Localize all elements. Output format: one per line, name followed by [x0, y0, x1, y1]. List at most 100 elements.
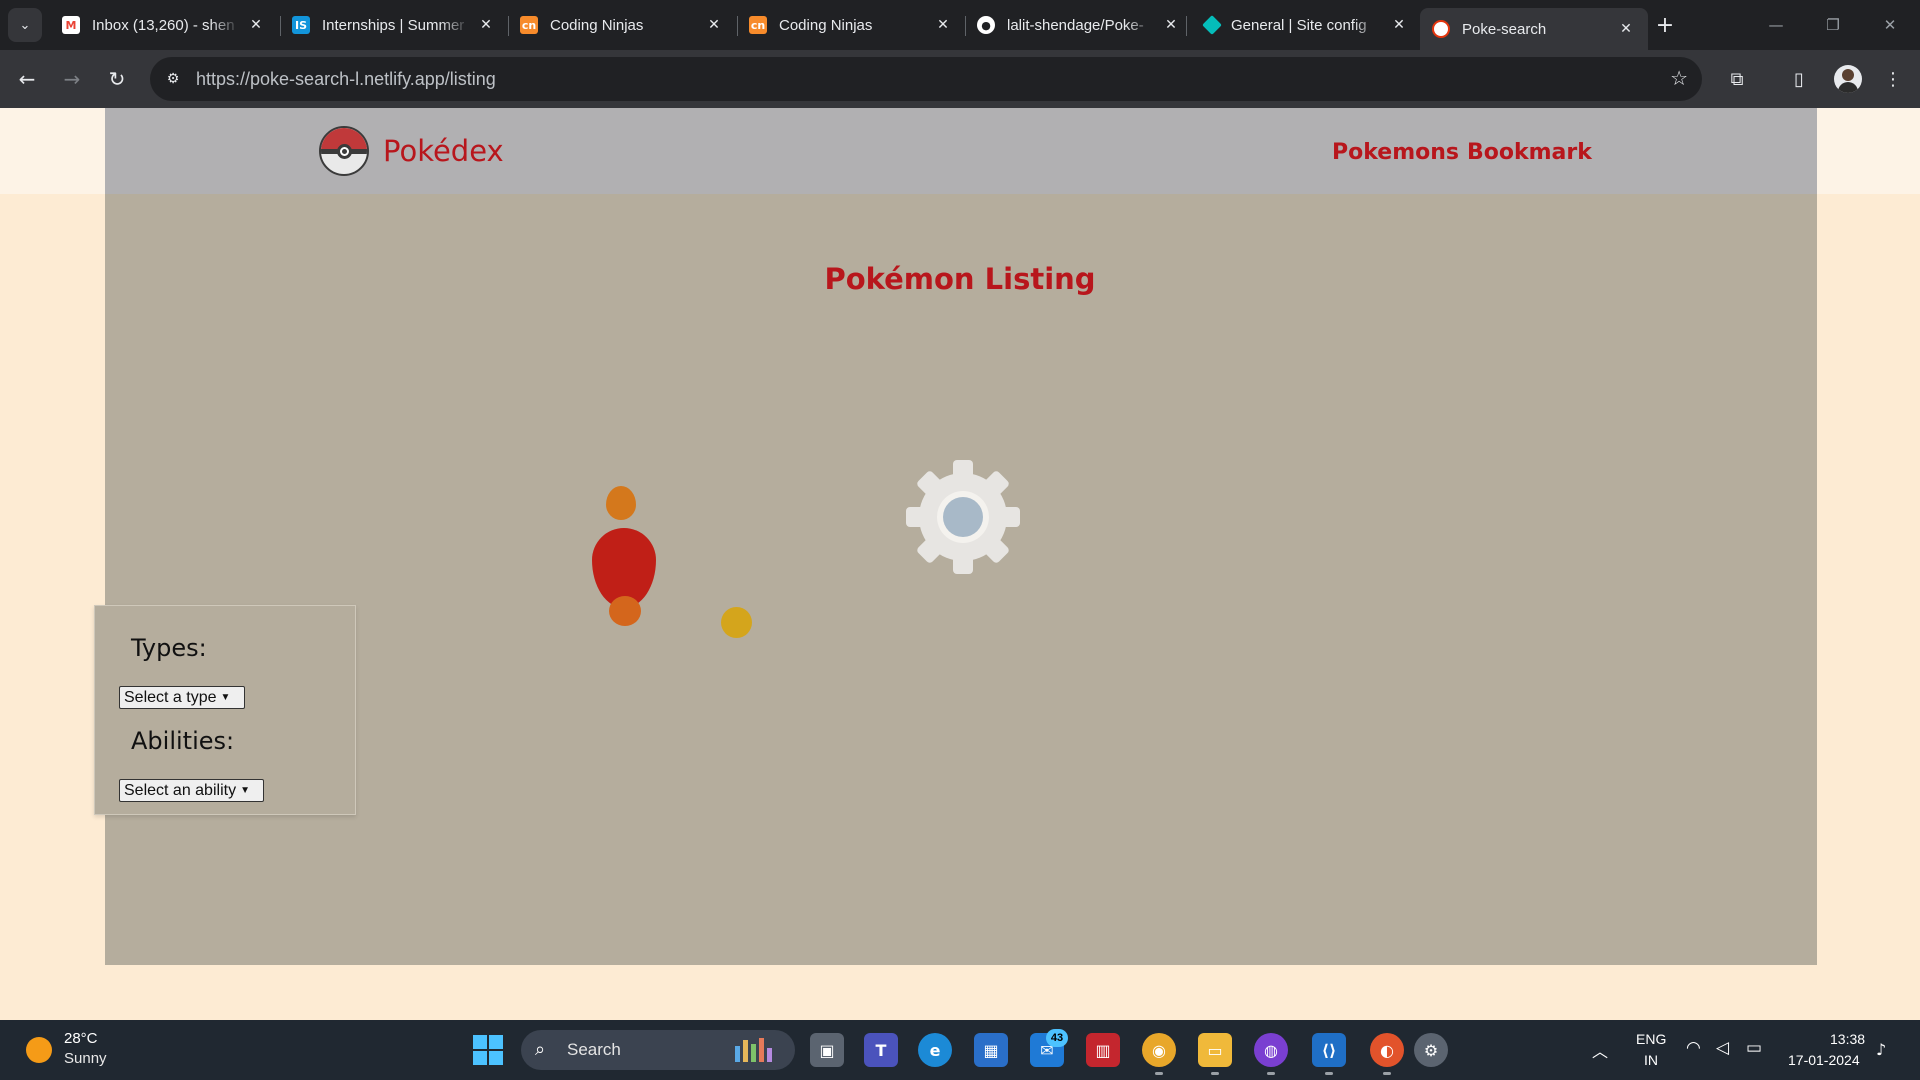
page-viewport: Pokédex Pokemons Bookmark Pokémon Listin… [0, 108, 1920, 1020]
settings-gear-icon[interactable]: ⚙ [1414, 1033, 1448, 1067]
tab-poke-search[interactable]: Poke-search ✕ [1420, 8, 1648, 50]
site-settings-icon[interactable]: ⚙ [160, 66, 186, 92]
weather-temperature[interactable]: 28°C [64, 1030, 98, 1047]
search-highlight-art-icon [735, 1038, 772, 1062]
minimize-icon[interactable]: — [1753, 8, 1799, 42]
clock-time[interactable]: 13:38 [1830, 1031, 1865, 1047]
wifi-icon[interactable]: ◠ [1686, 1038, 1701, 1058]
weather-sun-icon[interactable] [26, 1037, 52, 1063]
internshala-icon: IS [292, 16, 310, 34]
running-indicator [1155, 1072, 1163, 1075]
nav-bookmark-link[interactable]: Bookmark [1467, 140, 1592, 165]
close-icon[interactable]: ✕ [476, 17, 496, 33]
brand-logo-link[interactable]: Pokédex [319, 126, 504, 176]
filter-panel: Types: Select a type ▼ Abilities: Select… [94, 605, 356, 815]
gmail-icon: M [62, 16, 80, 34]
loader-blob [609, 596, 641, 626]
tab-title: General | Site config [1231, 16, 1367, 34]
coding-ninjas-icon: cn [749, 16, 767, 34]
browser-toolbar: ← → ↻ ⚙ https://poke-search-l.netlify.ap… [0, 50, 1920, 108]
taskbar-search-label: Search [567, 1040, 621, 1059]
loader-blob [721, 607, 752, 638]
pokeball-logo-icon [319, 126, 369, 176]
running-indicator [1383, 1072, 1391, 1075]
tab-coding-ninjas-1[interactable]: cn Coding Ninjas ✕ [508, 8, 736, 42]
tab-netlify[interactable]: General | Site config ✕ [1193, 8, 1421, 42]
microsoft-store-icon[interactable]: ▦ [974, 1033, 1008, 1067]
mail-notification-badge: 43 [1046, 1029, 1068, 1047]
taskbar-search[interactable]: ⌕ Search [521, 1030, 795, 1070]
firefox-icon[interactable]: ◐ [1370, 1033, 1404, 1067]
types-label: Types: [131, 634, 207, 662]
main-content [105, 194, 1817, 965]
type-select[interactable]: Select a type ▼ [119, 686, 245, 709]
back-arrow-icon[interactable]: ← [10, 62, 44, 96]
nav-pokemons-link[interactable]: Pokemons [1332, 140, 1459, 165]
type-select-value: Select a type [124, 688, 217, 706]
tab-strip: ⌄ M Inbox (13,260) - shen ✕ IS Internshi… [0, 0, 1920, 50]
close-icon[interactable]: ✕ [704, 17, 724, 33]
windows-taskbar [0, 1020, 1920, 1080]
weather-condition[interactable]: Sunny [64, 1050, 107, 1067]
running-indicator [1267, 1072, 1275, 1075]
chrome-icon[interactable]: ◉ [1142, 1033, 1176, 1067]
tab-coding-ninjas-2[interactable]: cn Coding Ninjas ✕ [737, 8, 965, 42]
profile-avatar[interactable] [1834, 65, 1862, 93]
chevron-down-icon: ▼ [240, 785, 250, 796]
tab-title: Coding Ninjas [779, 16, 873, 34]
menu-dots-icon[interactable]: ⋮ [1878, 64, 1908, 94]
tab-github[interactable]: ● lalit-shendage/Poke- ✕ [965, 8, 1193, 42]
tab-internshala[interactable]: IS Internships | Summer ✕ [280, 8, 508, 42]
gift-app-icon[interactable]: ▥ [1086, 1033, 1120, 1067]
volume-icon[interactable]: ◁ [1716, 1038, 1729, 1058]
url-text[interactable]: https://poke-search-l.netlify.app/listin… [196, 69, 496, 90]
tab-title: Inbox (13,260) - shen [92, 16, 235, 34]
close-window-icon[interactable]: ✕ [1867, 8, 1913, 42]
github-icon: ● [977, 16, 995, 34]
close-icon[interactable]: ✕ [246, 17, 266, 33]
running-indicator [1325, 1072, 1333, 1075]
ability-select[interactable]: Select an ability ▼ [119, 779, 264, 802]
tab-title: Poke-search [1462, 20, 1547, 38]
teams-icon[interactable]: T [864, 1033, 898, 1067]
ability-select-value: Select an ability [124, 781, 237, 799]
close-icon[interactable]: ✕ [1616, 21, 1636, 37]
reload-icon[interactable]: ↻ [100, 62, 134, 96]
tab-separator [1186, 16, 1187, 36]
github-desktop-icon[interactable]: ◍ [1254, 1033, 1288, 1067]
file-explorer-icon[interactable]: ▭ [1198, 1033, 1232, 1067]
tab-title: Coding Ninjas [550, 16, 644, 34]
language-indicator[interactable]: ENG [1636, 1031, 1666, 1047]
restore-icon[interactable]: ❐ [1810, 8, 1856, 42]
forward-arrow-icon[interactable]: → [55, 62, 89, 96]
tab-gmail[interactable]: M Inbox (13,260) - shen ✕ [50, 8, 278, 42]
vscode-icon[interactable]: ⟨⟩ [1312, 1033, 1346, 1067]
battery-icon[interactable]: ▭ [1746, 1038, 1762, 1058]
abilities-label: Abilities: [131, 727, 235, 755]
running-indicator [1211, 1072, 1219, 1075]
pokeball-icon [1432, 20, 1450, 38]
bookmark-star-icon[interactable]: ☆ [1670, 66, 1688, 90]
search-icon: ⌕ [535, 1039, 546, 1060]
side-panel-icon[interactable]: ▯ [1784, 64, 1814, 94]
address-bar[interactable]: ⚙ https://poke-search-l.netlify.app/list… [150, 57, 1702, 101]
clock-date[interactable]: 17-01-2024 [1788, 1052, 1860, 1068]
notification-bell-icon[interactable]: ♪ [1876, 1040, 1886, 1059]
close-icon[interactable]: ✕ [1389, 17, 1409, 33]
tray-overflow-chevron-icon[interactable]: ︿ [1592, 1038, 1608, 1062]
close-icon[interactable]: ✕ [933, 17, 953, 33]
tab-search-chevron-icon[interactable]: ⌄ [8, 8, 42, 42]
edge-icon[interactable]: e [918, 1033, 952, 1067]
new-tab-plus-icon[interactable]: + [1650, 10, 1680, 40]
extensions-icon[interactable]: ⧉ [1722, 64, 1752, 94]
tab-title: Internships | Summer [322, 16, 465, 34]
language-region[interactable]: IN [1644, 1052, 1658, 1068]
coding-ninjas-icon: cn [520, 16, 538, 34]
close-icon[interactable]: ✕ [1161, 17, 1181, 33]
windows-start-icon[interactable] [473, 1035, 503, 1065]
tab-title: lalit-shendage/Poke- [1007, 16, 1144, 34]
page-title: Pokémon Listing [824, 262, 1096, 296]
netlify-icon [1202, 15, 1222, 35]
brand-name: Pokédex [383, 134, 504, 168]
task-view-icon[interactable]: ▣ [810, 1033, 844, 1067]
